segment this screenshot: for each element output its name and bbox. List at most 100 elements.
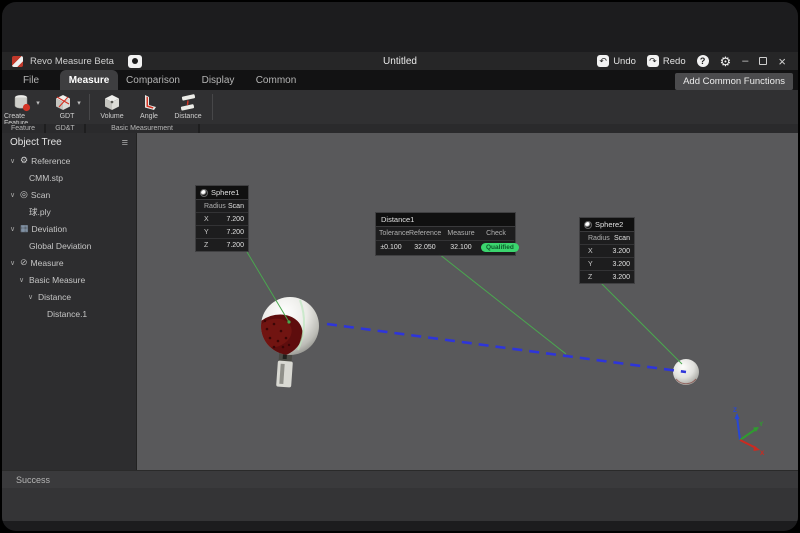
group-basic-measurement: Basic Measurement bbox=[86, 124, 198, 133]
tree-item[interactable]: ∨Distance bbox=[2, 288, 136, 305]
create-feature-button[interactable]: ▾ Create Feature bbox=[4, 92, 48, 127]
measure-point bbox=[287, 320, 290, 323]
column-header: Reference bbox=[406, 227, 444, 240]
column-header: Scan bbox=[604, 232, 634, 244]
sphere-icon bbox=[584, 221, 592, 229]
help-button[interactable]: ? bbox=[697, 55, 709, 67]
column-header: Radius bbox=[196, 200, 219, 212]
sphere1-annotation-panel[interactable]: Sphere1 Radius Scan X 7.200 Y 7.200 Z 7.… bbox=[195, 185, 249, 252]
close-button[interactable]: × bbox=[778, 55, 786, 68]
row-value: 3.200 bbox=[604, 257, 634, 270]
tree-item-label: Measure bbox=[31, 258, 64, 268]
measure-value: 32.100 bbox=[444, 240, 478, 255]
tab-file[interactable]: File bbox=[2, 70, 60, 90]
tree-item[interactable]: ∨◎Scan bbox=[2, 186, 136, 203]
axis-triad: Z Y X bbox=[733, 407, 765, 457]
tool-label: GDT bbox=[60, 113, 75, 120]
chevron-down-icon[interactable]: ∨ bbox=[8, 191, 17, 199]
column-header: Radius bbox=[580, 232, 604, 244]
3d-viewport[interactable]: Z Y X Sphere1 Radius Scan X 7.200 Y 7.2 bbox=[137, 133, 798, 470]
panel-title: Sphere2 bbox=[595, 220, 623, 229]
capture-button[interactable] bbox=[128, 55, 142, 68]
add-common-functions-button[interactable]: Add Common Functions bbox=[675, 73, 793, 90]
tree-item-label: 球.ply bbox=[29, 206, 51, 218]
tree-item[interactable]: CMM.stp bbox=[2, 169, 136, 186]
redo-icon: ↷ bbox=[647, 55, 659, 67]
column-header: Scan bbox=[219, 200, 248, 212]
object-tree-panel: Object Tree ≡ ∨⚙ReferenceCMM.stp∨◎Scan球.… bbox=[2, 133, 137, 470]
axis-y-label: Y bbox=[759, 421, 764, 428]
tree-item-label: Scan bbox=[31, 190, 50, 200]
camera-icon bbox=[132, 58, 138, 64]
tree-options-icon[interactable]: ≡ bbox=[122, 137, 128, 149]
chevron-down-icon[interactable]: ▾ bbox=[77, 99, 81, 107]
tree-item[interactable]: ∨▦Deviation bbox=[2, 220, 136, 237]
qualified-badge: Qualified bbox=[481, 243, 519, 252]
sphere2-annotation-panel[interactable]: Sphere2 Radius Scan X 3.200 Y 3.200 Z 3.… bbox=[579, 217, 635, 284]
tree-item[interactable]: ∨⊘Measure bbox=[2, 254, 136, 271]
window-bottom-area bbox=[2, 488, 798, 521]
tolerance-value: ±0.100 bbox=[376, 240, 406, 255]
distance-button[interactable]: Distance bbox=[167, 92, 209, 120]
tab-display[interactable]: Display bbox=[191, 70, 245, 90]
redo-button[interactable]: ↷ Redo bbox=[647, 55, 686, 67]
tree-item[interactable]: Global Deviation bbox=[2, 237, 136, 254]
application-window: Revo Measure Beta Untitled ↶ Undo ↷ Redo… bbox=[2, 2, 798, 531]
reference-value: 32.050 bbox=[406, 240, 444, 255]
row-axis: Y bbox=[196, 225, 219, 238]
row-value: 3.200 bbox=[604, 270, 634, 283]
tree-item[interactable]: 球.ply bbox=[2, 203, 136, 220]
minimize-button[interactable]: – bbox=[742, 56, 748, 67]
group-feature: Feature bbox=[2, 124, 44, 133]
object-tree-list: ∨⚙ReferenceCMM.stp∨◎Scan球.ply∨▦Deviation… bbox=[2, 152, 136, 322]
row-value: 7.200 bbox=[219, 225, 248, 238]
row-axis: X bbox=[580, 244, 604, 257]
tree-item-label: Distance.1 bbox=[47, 309, 87, 319]
3d-scene: Z Y X bbox=[137, 133, 798, 470]
tree-item-label: Deviation bbox=[32, 224, 67, 234]
chevron-down-icon[interactable]: ∨ bbox=[26, 293, 35, 301]
ribbon-toolbar: ▾ Create Feature ▾ GDT bbox=[2, 90, 798, 124]
sphere-icon bbox=[200, 189, 208, 197]
axis-x-label: X bbox=[760, 450, 765, 457]
reference-icon: ⚙ bbox=[20, 156, 28, 165]
sphere1-object[interactable] bbox=[246, 297, 319, 364]
panel-title: Distance1 bbox=[381, 215, 414, 224]
chevron-down-icon[interactable]: ∨ bbox=[8, 259, 17, 267]
chevron-down-icon[interactable]: ∨ bbox=[17, 276, 26, 284]
tab-common[interactable]: Common bbox=[249, 70, 303, 90]
distance1-annotation-panel[interactable]: Distance1 Tolerance Reference Measure Ch… bbox=[375, 212, 516, 256]
angle-button[interactable]: Angle bbox=[131, 92, 167, 120]
tab-measure[interactable]: Measure bbox=[60, 70, 118, 90]
undo-label: Undo bbox=[613, 56, 636, 67]
row-value: 7.200 bbox=[219, 238, 248, 251]
tool-label: Distance bbox=[174, 113, 201, 120]
panel-title: Sphere1 bbox=[211, 188, 239, 197]
tree-item[interactable]: Distance.1 bbox=[2, 305, 136, 322]
chevron-down-icon[interactable]: ∨ bbox=[8, 157, 17, 165]
app-logo-icon bbox=[12, 56, 23, 67]
tree-item[interactable]: ∨⚙Reference bbox=[2, 152, 136, 169]
toolbar-divider bbox=[212, 94, 213, 120]
measure-icon: ⊘ bbox=[20, 258, 28, 267]
settings-gear-icon[interactable]: ⚙ bbox=[720, 55, 732, 68]
tree-item[interactable]: ∨Basic Measure bbox=[2, 271, 136, 288]
row-value: 3.200 bbox=[604, 244, 634, 257]
row-axis: X bbox=[196, 212, 219, 225]
gdt-button[interactable]: ▾ GDT bbox=[48, 92, 86, 120]
column-header: Check bbox=[478, 227, 514, 240]
undo-button[interactable]: ↶ Undo bbox=[597, 55, 636, 67]
chevron-down-icon[interactable]: ▾ bbox=[36, 99, 40, 107]
chevron-down-icon[interactable]: ∨ bbox=[8, 225, 17, 233]
column-header: Tolerance bbox=[376, 227, 406, 240]
tab-comparison[interactable]: Comparison bbox=[121, 70, 185, 90]
redo-label: Redo bbox=[663, 56, 686, 67]
group-gdt: GD&T bbox=[46, 124, 84, 133]
tree-item-label: CMM.stp bbox=[29, 173, 63, 183]
scan-icon: ◎ bbox=[20, 190, 28, 199]
volume-button[interactable]: Volume bbox=[93, 92, 131, 120]
toolbar-group-row: Feature GD&T Basic Measurement bbox=[2, 124, 798, 133]
restore-button[interactable] bbox=[759, 57, 767, 65]
toolbar-divider bbox=[89, 94, 90, 120]
tool-label: Angle bbox=[140, 113, 158, 120]
